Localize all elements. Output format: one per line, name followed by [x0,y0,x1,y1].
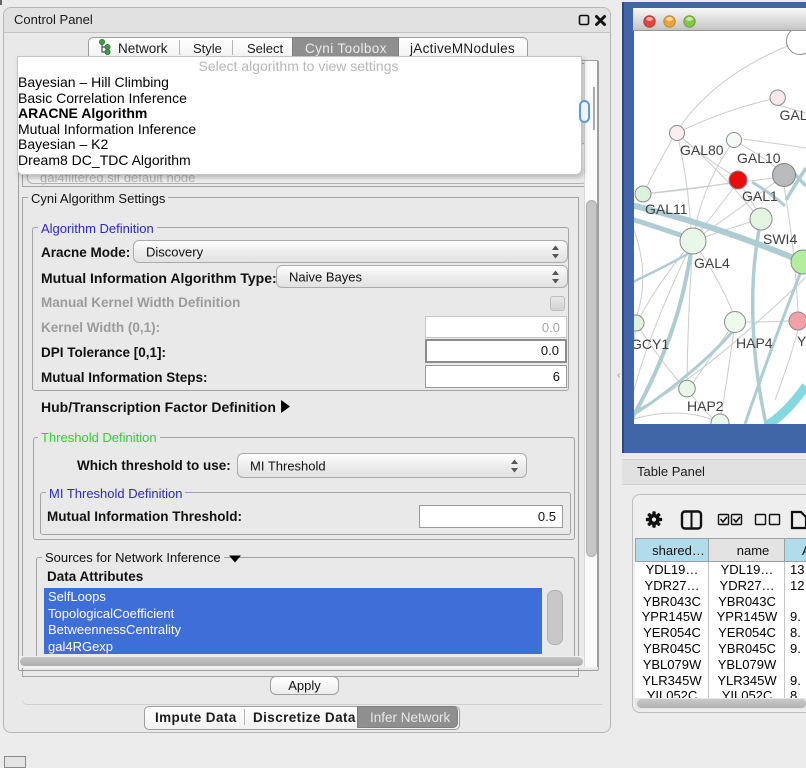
svg-text:GAL1: GAL1 [742,188,778,204]
svg-text:HAP2: HAP2 [687,398,724,414]
svg-text:Y: Y [797,333,806,349]
svg-text:GAL10: GAL10 [737,150,781,166]
svg-text:GAL80: GAL80 [680,142,724,158]
svg-text:HAP4: HAP4 [736,335,773,351]
svg-text:GAL11: GAL11 [645,201,688,217]
svg-text:GCY1: GCY1 [634,336,669,352]
svg-text:GAL4: GAL4 [694,255,730,271]
svg-text:SWI4: SWI4 [763,231,797,247]
svg-text:GAL7: GAL7 [780,107,806,123]
